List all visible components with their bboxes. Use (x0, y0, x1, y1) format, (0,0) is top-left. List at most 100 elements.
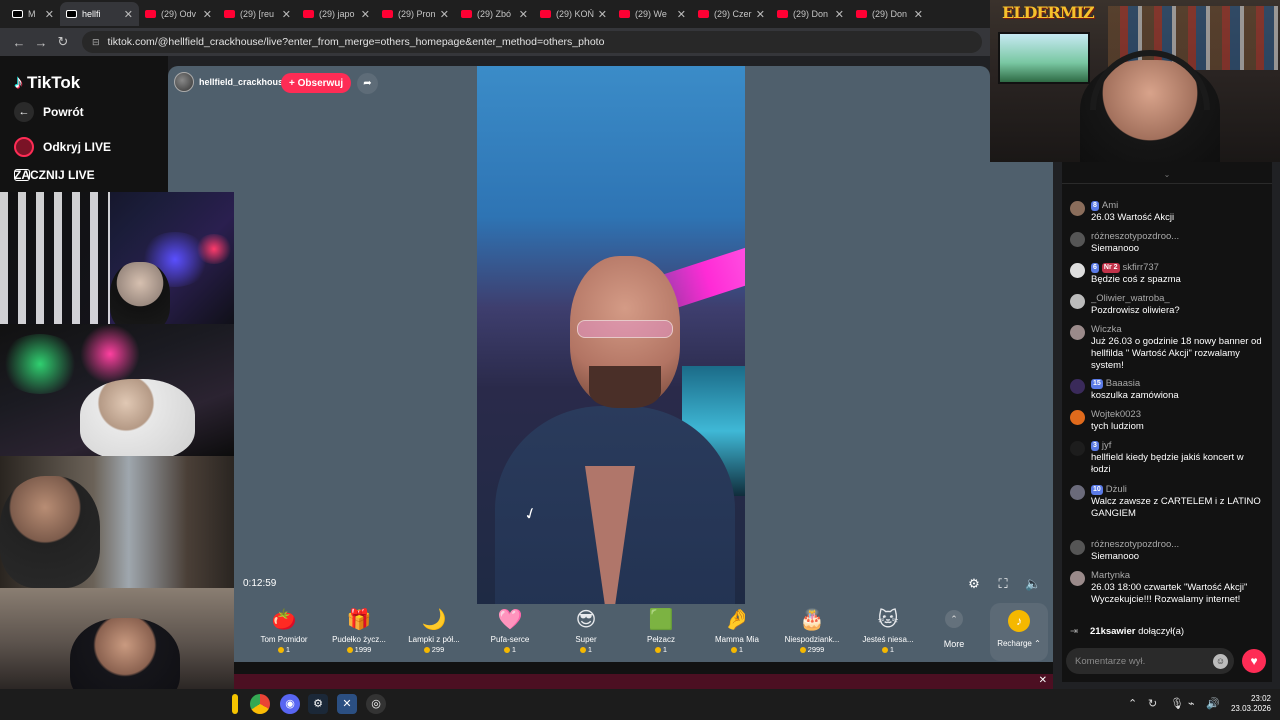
chat-username[interactable]: skfirr737 (1123, 262, 1159, 273)
obs-icon[interactable]: ◎ (366, 694, 386, 714)
system-clock[interactable]: 23:02 23.03.2026 (1227, 694, 1271, 714)
gift-item[interactable]: 🤌 Mamma Mia 1 (699, 608, 775, 654)
coin-icon (654, 647, 661, 654)
gift-item[interactable]: 🍅 Tom Pomidor 1 (246, 608, 322, 654)
speaker-icon[interactable]: 🔊 (1206, 697, 1220, 710)
user-avatar[interactable] (1070, 571, 1085, 586)
file-explorer-icon[interactable] (232, 694, 238, 714)
steam-icon[interactable]: ⚙ (308, 694, 328, 714)
browser-tab[interactable]: (29) [reu ✕ (218, 2, 297, 26)
user-avatar[interactable] (1070, 485, 1085, 500)
close-tab-icon[interactable]: ✕ (361, 8, 370, 21)
update-icon[interactable]: ↻ (1148, 697, 1157, 710)
chat-username[interactable]: Martynka (1091, 570, 1130, 581)
close-tab-icon[interactable]: ✕ (203, 8, 212, 21)
chat-username[interactable]: jyf (1102, 440, 1112, 451)
browser-tab[interactable]: (29) Don ✕ (850, 2, 929, 26)
chat-username[interactable]: Wojtek0023 (1091, 409, 1141, 420)
close-tab-icon[interactable]: ✕ (440, 8, 449, 21)
microphone-icon[interactable]: 🎙 (1170, 697, 1184, 710)
comment-input[interactable]: Komentarze wył. (1066, 648, 1234, 674)
site-info-icon[interactable]: ⊟ (92, 37, 100, 48)
emoji-icon[interactable]: ☺ (1213, 654, 1228, 669)
browser-tab[interactable]: (29) Odv ✕ (139, 2, 218, 26)
chat-username[interactable]: _Oliwier_watroba_ (1091, 293, 1170, 304)
browser-tab[interactable]: (29) Czer ✕ (692, 2, 771, 26)
discover-live-link[interactable]: Odkryj LIVE (14, 137, 111, 157)
close-icon[interactable]: ✕ (1039, 675, 1047, 686)
fullscreen-icon[interactable]: ⛶ (995, 576, 1011, 592)
streamer-avatar[interactable] (174, 72, 194, 92)
chat-username[interactable]: różneszotypozdroo... (1091, 539, 1179, 550)
settings-icon[interactable]: ⚙ (966, 576, 982, 592)
close-tab-icon[interactable]: ✕ (835, 8, 844, 21)
back-button[interactable]: ← Powrót (14, 102, 84, 122)
close-tab-icon[interactable]: ✕ (598, 8, 607, 21)
joined-username[interactable]: 21ksawier (1090, 626, 1135, 637)
user-avatar[interactable] (1070, 263, 1085, 278)
close-tab-icon[interactable]: ✕ (519, 8, 528, 21)
gift-name: Pufa-serce (490, 635, 530, 644)
volume-icon[interactable]: 🔈 (1025, 576, 1041, 592)
chrome-icon[interactable] (250, 694, 270, 714)
follow-button[interactable]: + Obserwuj (281, 73, 352, 93)
gift-heart-icon[interactable]: ♥ (1242, 649, 1266, 673)
chat-text: 26.03 Wartość Akcji (1091, 212, 1175, 223)
forward-arrow-icon[interactable]: → (30, 35, 52, 50)
gift-price: 299 (431, 645, 445, 654)
user-avatar[interactable] (1070, 441, 1085, 456)
gift-item[interactable]: 🐱 Jesteś niesa... 1 (850, 608, 926, 654)
user-avatar[interactable] (1070, 540, 1085, 555)
user-avatar[interactable] (1070, 294, 1085, 309)
close-tab-icon[interactable]: ✕ (45, 8, 54, 21)
chat-username[interactable]: różneszotypozdroo... (1091, 231, 1179, 242)
browser-tab[interactable]: (29) Pron ✕ (376, 2, 455, 26)
chat-username[interactable]: Baaasia (1106, 378, 1140, 389)
gift-item[interactable]: 🌙 Lampki z pół... 299 (396, 608, 472, 654)
reload-icon[interactable]: ↻ (52, 34, 74, 50)
browser-tab[interactable]: (29) Zbó ✕ (455, 2, 534, 26)
back-arrow-icon[interactable]: ← (8, 35, 30, 50)
streamer-info[interactable]: hellfield_crackhouse (174, 72, 288, 92)
recharge-button[interactable]: ♪ Recharge ⌃ (990, 603, 1048, 661)
browser-tab[interactable]: (29) We ✕ (613, 2, 692, 26)
close-tab-icon[interactable]: ✕ (124, 8, 133, 21)
gift-item[interactable]: 🎂 Niespodziank... 2999 (774, 608, 850, 654)
go-live-link[interactable]: ZACZNIJ LIVE (14, 168, 95, 182)
browser-tab[interactable]: hellfi ✕ (60, 2, 139, 26)
discord-icon[interactable]: ◉ (280, 694, 300, 714)
chat-username[interactable]: Wiczka (1091, 324, 1122, 335)
webcam-overlay-3 (0, 456, 234, 588)
browser-tab[interactable]: (29) KOŃ ✕ (534, 2, 613, 26)
user-badge: 3 (1091, 441, 1099, 451)
close-tab-icon[interactable]: ✕ (282, 8, 291, 21)
browser-tab[interactable]: (29) japo ✕ (297, 2, 376, 26)
streamer-username[interactable]: hellfield_crackhouse (199, 77, 288, 87)
share-icon[interactable]: ➦ (357, 73, 378, 94)
user-avatar[interactable] (1070, 201, 1085, 216)
gift-item[interactable]: 🎁 Pudełko życz... 1999 (321, 608, 397, 654)
network-icon[interactable]: ⌁ (1188, 697, 1195, 710)
gift-item[interactable]: 🟩 Pełzacz 1 (623, 608, 699, 654)
browser-tab[interactable]: (29) Don ✕ (771, 2, 850, 26)
user-avatar[interactable] (1070, 325, 1085, 340)
taskbar (0, 689, 1280, 720)
user-avatar[interactable] (1070, 232, 1085, 247)
address-bar[interactable]: ⊟ tiktok.com/@hellfield_crackhouse/live?… (82, 31, 982, 53)
chat-username[interactable]: Dżuli (1106, 484, 1127, 495)
user-avatar[interactable] (1070, 410, 1085, 425)
xbox-app-icon[interactable]: ✕ (337, 694, 357, 714)
close-tab-icon[interactable]: ✕ (756, 8, 765, 21)
tiktok-logo[interactable]: ♪ TikTok (14, 72, 80, 93)
chat-collapse-icon[interactable]: ⌄ (1062, 170, 1272, 184)
tray-chevron-icon[interactable]: ⌃ (1128, 697, 1137, 710)
gift-item[interactable]: 🩷 Pufa-serce 1 (472, 608, 548, 654)
close-tab-icon[interactable]: ✕ (677, 8, 686, 21)
live-video[interactable]: ✓ (477, 66, 745, 604)
gift-item[interactable]: 😎 Super 1 (548, 608, 624, 654)
browser-tab[interactable]: M ✕ (6, 2, 60, 26)
more-gifts-button[interactable]: ⌃ More (938, 608, 970, 649)
chat-username[interactable]: Ami (1102, 200, 1118, 211)
close-tab-icon[interactable]: ✕ (914, 8, 923, 21)
user-avatar[interactable] (1070, 379, 1085, 394)
